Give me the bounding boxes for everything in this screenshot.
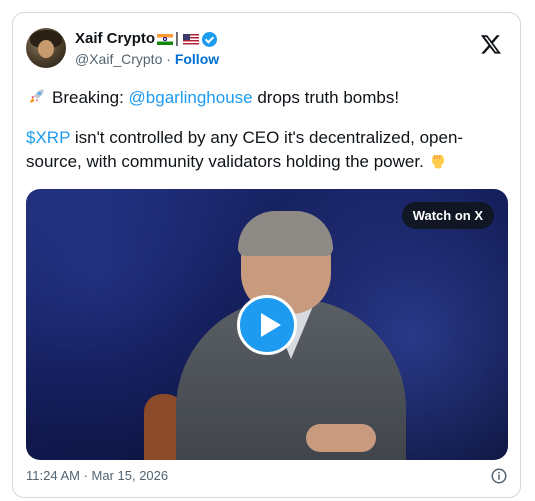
- author-display-name[interactable]: Xaif Crypto |: [75, 30, 219, 48]
- play-icon[interactable]: [237, 295, 297, 355]
- verified-badge-icon: [201, 31, 217, 47]
- cashtag-link[interactable]: $XRP: [26, 128, 70, 147]
- tweet-line-2: $XRP isn't controlled by any CEO it's de…: [26, 126, 512, 174]
- name-separator: |: [175, 30, 179, 47]
- video-player[interactable]: Watch on X: [26, 189, 508, 460]
- mention-link[interactable]: @bgarlinghouse: [129, 88, 253, 107]
- tweet-line-1-suffix: drops truth bombs!: [252, 88, 400, 107]
- avatar[interactable]: [26, 28, 66, 68]
- tweet-line-1-prefix: Breaking:: [52, 88, 129, 107]
- raised-fist-icon: [431, 155, 444, 169]
- tweet-footer: 11:24 AM · Mar 15, 2026: [26, 467, 508, 485]
- info-icon[interactable]: [490, 467, 508, 485]
- handle-dot: ·: [166, 51, 171, 67]
- follow-button[interactable]: Follow: [175, 51, 219, 67]
- tweet-text: Breaking: @bgarlinghouse drops truth bom…: [26, 86, 512, 190]
- x-logo-icon[interactable]: [480, 33, 502, 55]
- tweet-card[interactable]: Xaif Crypto | @Xaif_Crypto · Follow Brea…: [12, 12, 521, 498]
- video-person-hands: [306, 424, 376, 452]
- tweet-line-1: Breaking: @bgarlinghouse drops truth bom…: [26, 86, 512, 110]
- author-handle[interactable]: @Xaif_Crypto: [75, 51, 162, 67]
- tweet-header: Xaif Crypto | @Xaif_Crypto · Follow: [13, 13, 520, 83]
- watch-on-x-button[interactable]: Watch on X: [401, 202, 494, 229]
- rocket-icon: [30, 89, 44, 103]
- tweet-line-2-text: isn't controlled by any CEO it's decentr…: [26, 128, 464, 171]
- india-flag-icon: [157, 33, 174, 45]
- timestamp[interactable]: 11:24 AM · Mar 15, 2026: [26, 468, 168, 483]
- author-name-text[interactable]: Xaif Crypto: [75, 30, 155, 48]
- handle-row: @Xaif_Crypto · Follow: [75, 50, 219, 68]
- us-flag-icon: [182, 33, 199, 45]
- author-names: Xaif Crypto | @Xaif_Crypto · Follow: [75, 30, 219, 68]
